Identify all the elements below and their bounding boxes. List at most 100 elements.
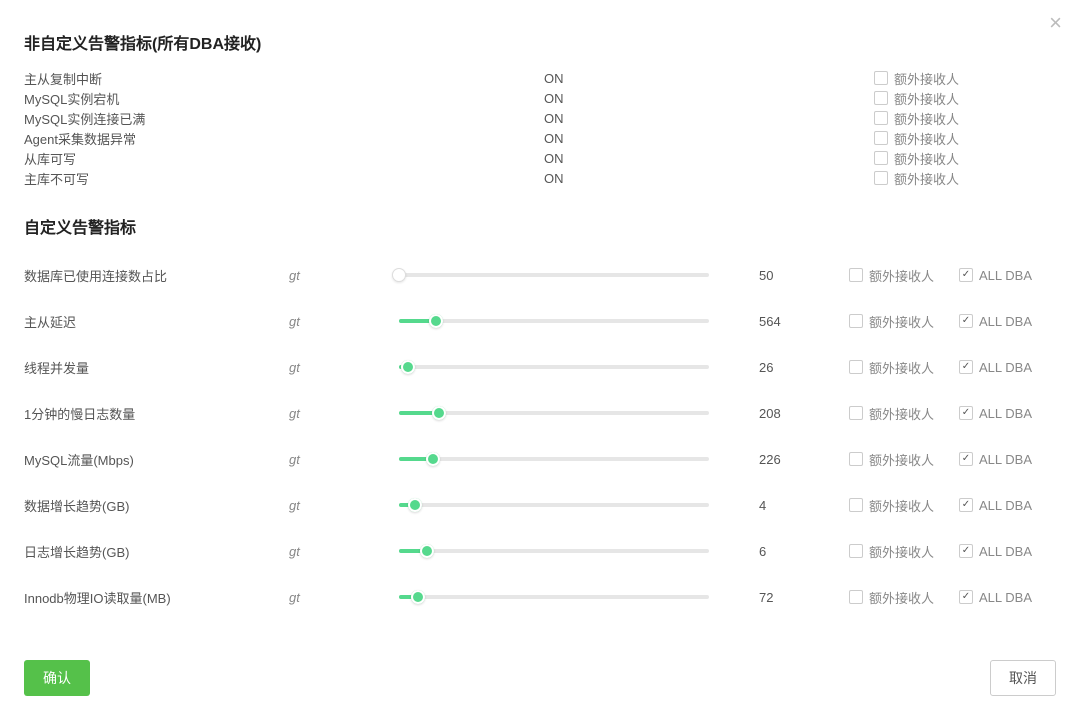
metric-name: MySQL实例连接已满 (24, 109, 544, 128)
metric-value: 226 (759, 452, 849, 467)
metric-operator: gt (289, 544, 399, 559)
all-dba-label: ALL DBA (979, 314, 1032, 329)
metric-value: 26 (759, 360, 849, 375)
metric-value: 208 (759, 406, 849, 421)
noncustom-row: 主从复制中断ON 额外接收人 (24, 68, 1056, 88)
all-dba-checkbox[interactable] (959, 452, 973, 466)
noncustom-row: MySQL实例连接已满ON 额外接收人 (24, 108, 1056, 128)
all-dba-checkbox[interactable] (959, 314, 973, 328)
threshold-slider[interactable] (399, 411, 709, 415)
metric-name: MySQL流量(Mbps) (24, 450, 289, 469)
metric-state: ON (544, 111, 874, 126)
custom-row: 数据库已使用连接数占比gt 50 额外接收人 ALL DBA (24, 252, 1056, 298)
metric-name: 数据库已使用连接数占比 (24, 266, 289, 285)
extra-recipient-checkbox[interactable] (874, 111, 888, 125)
custom-row: Innodb物理IO读取量(MB)gt 72 额外接收人 ALL DBA (24, 574, 1056, 620)
custom-row: MySQL流量(Mbps)gt226额外接收人ALL DBA (24, 436, 1056, 482)
metric-state: ON (544, 131, 874, 146)
all-dba-label: ALL DBA (979, 498, 1032, 513)
extra-recipient-checkbox[interactable] (849, 406, 863, 420)
metric-state: ON (544, 151, 874, 166)
all-dba-checkbox[interactable] (959, 268, 973, 282)
metric-name: 主从复制中断 (24, 69, 544, 88)
threshold-slider[interactable] (399, 319, 709, 323)
noncustom-row: 从库可写ON 额外接收人 (24, 148, 1056, 168)
metric-value: 564 (759, 314, 849, 329)
metric-name: 从库可写 (24, 149, 544, 168)
all-dba-checkbox[interactable] (959, 590, 973, 604)
all-dba-label: ALL DBA (979, 544, 1032, 559)
all-dba-label: ALL DBA (979, 590, 1032, 605)
extra-recipient-checkbox[interactable] (874, 71, 888, 85)
metric-operator: gt (289, 498, 399, 513)
metric-operator: gt (289, 314, 399, 329)
extra-recipient-checkbox[interactable] (874, 91, 888, 105)
extra-recipient-label: 额外接收人 (894, 169, 959, 188)
metric-name: 数据增长趋势(GB) (24, 496, 289, 515)
extra-recipient-label: 额外接收人 (869, 358, 934, 377)
extra-recipient-checkbox[interactable] (849, 314, 863, 328)
all-dba-checkbox[interactable] (959, 360, 973, 374)
dialog-footer: 确认 取消 (24, 660, 1056, 696)
all-dba-checkbox[interactable] (959, 498, 973, 512)
extra-recipient-checkbox[interactable] (849, 452, 863, 466)
extra-recipient-label: 额外接收人 (894, 69, 959, 88)
extra-recipient-label: 额外接收人 (894, 89, 959, 108)
all-dba-label: ALL DBA (979, 268, 1032, 283)
noncustom-heading: 非自定义告警指标(所有DBA接收) (24, 30, 1056, 54)
metric-name: MySQL实例宕机 (24, 89, 544, 108)
metric-name: 主库不可写 (24, 169, 544, 188)
extra-recipient-label: 额外接收人 (869, 588, 934, 607)
ok-button[interactable]: 确认 (24, 660, 90, 696)
cancel-button[interactable]: 取消 (990, 660, 1056, 696)
extra-recipient-label: 额外接收人 (894, 129, 959, 148)
metric-value: 6 (759, 544, 849, 559)
metric-state: ON (544, 91, 874, 106)
extra-recipient-checkbox[interactable] (874, 131, 888, 145)
all-dba-checkbox[interactable] (959, 406, 973, 420)
metric-value: 50 (759, 268, 849, 283)
metric-state: ON (544, 71, 874, 86)
custom-list: 数据库已使用连接数占比gt50额外接收人ALL DBA主从延迟gt564额外接收… (24, 252, 1056, 620)
metric-value: 4 (759, 498, 849, 513)
extra-recipient-checkbox[interactable] (849, 544, 863, 558)
metric-value: 72 (759, 590, 849, 605)
metric-name: 主从延迟 (24, 312, 289, 331)
metric-name: Innodb物理IO读取量(MB) (24, 588, 289, 607)
extra-recipient-label: 额外接收人 (869, 404, 934, 423)
custom-row: 数据增长趋势(GB)gt4额外接收人ALL DBA (24, 482, 1056, 528)
metric-operator: gt (289, 406, 399, 421)
metric-operator: gt (289, 452, 399, 467)
metric-operator: gt (289, 590, 399, 605)
metric-name: 线程并发量 (24, 358, 289, 377)
extra-recipient-label: 额外接收人 (869, 266, 934, 285)
threshold-slider[interactable] (399, 365, 709, 369)
extra-recipient-label: 额外接收人 (894, 149, 959, 168)
metric-name: 日志增长趋势(GB) (24, 542, 289, 561)
extra-recipient-checkbox[interactable] (849, 268, 863, 282)
metric-state: ON (544, 171, 874, 186)
all-dba-label: ALL DBA (979, 452, 1032, 467)
threshold-slider[interactable] (399, 273, 709, 277)
metric-name: 1分钟的慢日志数量 (24, 404, 289, 423)
metric-operator: gt (289, 360, 399, 375)
metric-operator: gt (289, 268, 399, 283)
extra-recipient-label: 额外接收人 (869, 542, 934, 561)
metric-name: Agent采集数据异常 (24, 129, 544, 148)
extra-recipient-label: 额外接收人 (894, 109, 959, 128)
all-dba-label: ALL DBA (979, 406, 1032, 421)
extra-recipient-checkbox[interactable] (849, 360, 863, 374)
extra-recipient-checkbox[interactable] (849, 498, 863, 512)
extra-recipient-checkbox[interactable] (874, 151, 888, 165)
close-icon[interactable]: × (1049, 12, 1062, 34)
threshold-slider[interactable] (399, 457, 709, 461)
noncustom-list: 主从复制中断ON额外接收人MySQL实例宕机ON额外接收人MySQL实例连接已满… (24, 68, 1056, 188)
extra-recipient-checkbox[interactable] (849, 590, 863, 604)
threshold-slider[interactable] (399, 549, 709, 553)
all-dba-checkbox[interactable] (959, 544, 973, 558)
custom-row: 1分钟的慢日志数量gt 208 额外接收人 ALL DBA (24, 390, 1056, 436)
extra-recipient-checkbox[interactable] (874, 171, 888, 185)
threshold-slider[interactable] (399, 595, 709, 599)
threshold-slider[interactable] (399, 503, 709, 507)
custom-row: 主从延迟gt564额外接收人ALL DBA (24, 298, 1056, 344)
